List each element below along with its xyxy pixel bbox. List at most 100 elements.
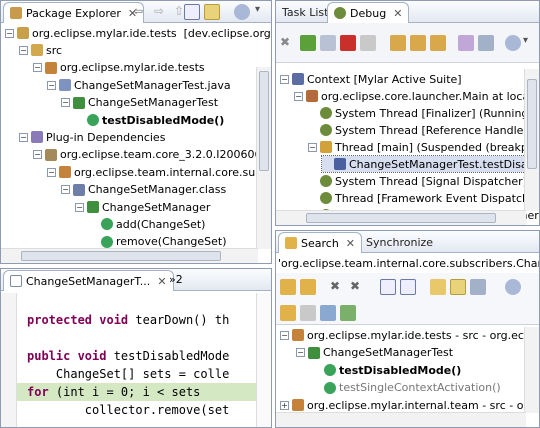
view-menu-icon[interactable] xyxy=(234,4,250,20)
remove-selected-icon[interactable]: ✖ xyxy=(330,279,346,295)
expand-toggle-icon[interactable]: + xyxy=(280,400,289,410)
code-line[interactable]: for (int i = 0; i < sets xyxy=(17,383,256,401)
package-explorer-item[interactable]: − ChangeSetManagerTest.java xyxy=(47,77,231,93)
horizontal-scrollbar[interactable] xyxy=(1,248,258,263)
use-step-filters-icon[interactable] xyxy=(478,35,494,51)
pin-icon[interactable] xyxy=(280,305,296,321)
code-line[interactable]: protected void tearDown() th xyxy=(27,311,229,329)
package-explorer-item[interactable]: testDisabledMode() xyxy=(75,112,224,128)
remove-terminated-icon[interactable]: ✖ xyxy=(280,35,296,51)
tab-task-list[interactable]: Task List xyxy=(276,2,334,23)
export-icon[interactable] xyxy=(340,305,356,321)
debug-item[interactable]: − Context [Mylar Active Suite] xyxy=(280,71,462,87)
package-explorer-item[interactable]: − org.eclipse.team.core_3.2.0.I2006060 xyxy=(33,147,269,163)
debug-item[interactable]: System Thread [Signal Dispatcher] (Runn xyxy=(308,173,539,189)
search-result-item[interactable]: − ChangeSetManagerTest xyxy=(296,345,453,361)
debug-item[interactable]: − Thread [main] (Suspended (breakpoint a xyxy=(308,139,539,155)
search-result-item[interactable]: testSingleContextActivation() xyxy=(312,380,501,396)
step-over-icon[interactable] xyxy=(410,35,426,51)
package-explorer-item[interactable]: − org.eclipse.mylar.ide.tests xyxy=(33,60,205,76)
vertical-scrollbar[interactable] xyxy=(524,69,539,211)
expand-toggle-icon[interactable]: − xyxy=(308,142,317,152)
package-explorer-item[interactable]: add(ChangeSet) xyxy=(89,216,205,232)
close-icon[interactable]: ✕ xyxy=(157,275,166,288)
drop-to-frame-icon[interactable] xyxy=(458,35,474,51)
close-icon[interactable]: ✕ xyxy=(346,237,355,250)
horizontal-scrollbar[interactable] xyxy=(276,210,526,225)
resume-icon[interactable] xyxy=(300,35,316,51)
previous-searches-icon[interactable] xyxy=(430,279,446,295)
vertical-scrollbar[interactable] xyxy=(256,293,271,427)
suspend-icon[interactable] xyxy=(320,35,336,51)
tab-package-explorer[interactable]: Package Explorer ✕ xyxy=(3,2,145,23)
debug-item[interactable]: − org.eclipse.core.launcher.Main at local… xyxy=(294,88,539,104)
debug-item[interactable]: System Thread [Reference Handler] (Run xyxy=(308,122,539,138)
package-explorer-item[interactable]: − ChangeSetManagerTest xyxy=(61,95,218,111)
expand-toggle-icon[interactable]: − xyxy=(61,98,70,108)
disconnect-icon[interactable] xyxy=(360,35,376,51)
debug-item[interactable]: System Thread [Finalizer] (Running) xyxy=(308,105,533,121)
code-line[interactable]: collector.remove(set xyxy=(27,401,230,419)
code-area[interactable]: protected void tearDown() th public void … xyxy=(1,311,271,427)
expand-toggle-icon[interactable]: − xyxy=(47,167,56,177)
view-menu-icon[interactable] xyxy=(505,35,521,51)
expand-toggle-icon[interactable]: − xyxy=(33,150,42,160)
scroll-thumb[interactable] xyxy=(259,71,269,171)
expand-toggle-icon[interactable]: − xyxy=(47,80,56,90)
forward-icon[interactable]: ⇨ xyxy=(154,4,170,20)
step-into-icon[interactable] xyxy=(390,35,406,51)
vertical-scrollbar[interactable] xyxy=(256,67,271,249)
cancel-search-icon[interactable] xyxy=(300,305,316,321)
expand-toggle-icon[interactable]: − xyxy=(280,330,289,340)
tab-search[interactable]: Search ✕ xyxy=(278,232,363,253)
close-icon[interactable]: ✕ xyxy=(393,7,402,20)
package-explorer-item[interactable]: − ChangeSetManager.class xyxy=(61,182,226,198)
package-explorer-item[interactable]: − ChangeSetManager xyxy=(75,199,210,215)
search-result-item[interactable]: − org.eclipse.mylar.ide.tests - src - org… xyxy=(280,327,539,343)
minimize-icon[interactable]: ▾ xyxy=(255,4,271,20)
remove-all-icon[interactable]: ✖ xyxy=(350,279,366,295)
collapse-all-icon[interactable] xyxy=(184,4,200,20)
repeat-search-icon[interactable] xyxy=(320,305,336,321)
more-tabs-indicator[interactable]: »2 xyxy=(169,273,183,286)
next-match-icon[interactable] xyxy=(280,279,296,295)
search-result-item[interactable]: testDisabledMode() xyxy=(312,362,461,378)
step-return-icon[interactable] xyxy=(430,35,446,51)
expand-toggle-icon[interactable]: − xyxy=(61,185,70,195)
expand-toggle-icon[interactable]: − xyxy=(294,91,303,101)
terminate-icon[interactable] xyxy=(340,35,356,51)
horizontal-scrollbar[interactable] xyxy=(276,412,526,427)
expand-toggle-icon[interactable]: − xyxy=(296,348,305,357)
tab-editor-file[interactable]: ChangeSetManagerT... ✕ xyxy=(3,270,174,291)
expand-toggle-icon[interactable]: − xyxy=(75,202,84,212)
package-explorer-item[interactable]: − org.eclipse.mylar.ide.tests [dev.eclipse… xyxy=(5,25,271,41)
expand-toggle-icon[interactable]: − xyxy=(5,28,14,38)
debug-item[interactable]: ChangeSetManagerTest.testDisabled xyxy=(320,155,539,173)
link-with-editor-icon[interactable] xyxy=(204,4,220,20)
scroll-thumb[interactable] xyxy=(21,251,221,261)
expand-toggle-icon[interactable]: − xyxy=(19,45,28,55)
package-explorer-item[interactable]: − Plug-in Dependencies xyxy=(19,129,165,145)
search-result-item[interactable]: + org.eclipse.mylar.internal.team - src -… xyxy=(280,397,539,413)
expand-all-icon[interactable] xyxy=(380,279,396,295)
previous-match-icon[interactable] xyxy=(300,279,316,295)
scroll-thumb[interactable] xyxy=(306,213,496,223)
sort-icon[interactable] xyxy=(470,279,486,295)
tab-debug[interactable]: Debug ✕ xyxy=(327,2,410,23)
back-icon[interactable]: ⇦ xyxy=(133,4,149,20)
debug-item[interactable]: Thread [Framework Event Dispatcher] (R xyxy=(308,190,539,206)
package-explorer-item[interactable]: − org.eclipse.team.internal.core.sub xyxy=(47,164,262,180)
minimize-icon[interactable]: ▾ xyxy=(523,35,539,51)
code-line[interactable]: ChangeSet[] sets = colle xyxy=(27,365,229,383)
vertical-scrollbar[interactable] xyxy=(524,327,539,413)
collapse-all-icon[interactable] xyxy=(400,279,416,295)
expand-toggle-icon[interactable]: − xyxy=(19,132,28,142)
tab-synchronize[interactable]: Synchronize xyxy=(360,232,439,253)
scroll-thumb[interactable] xyxy=(527,79,537,169)
expand-toggle-icon[interactable]: − xyxy=(280,74,289,84)
show-as-tree-icon[interactable] xyxy=(450,279,466,295)
expand-toggle-icon[interactable]: − xyxy=(33,63,42,73)
code-line[interactable]: public void testDisabledMode xyxy=(27,347,229,365)
package-explorer-item[interactable]: − src xyxy=(19,42,62,58)
view-menu-icon[interactable] xyxy=(505,279,521,295)
